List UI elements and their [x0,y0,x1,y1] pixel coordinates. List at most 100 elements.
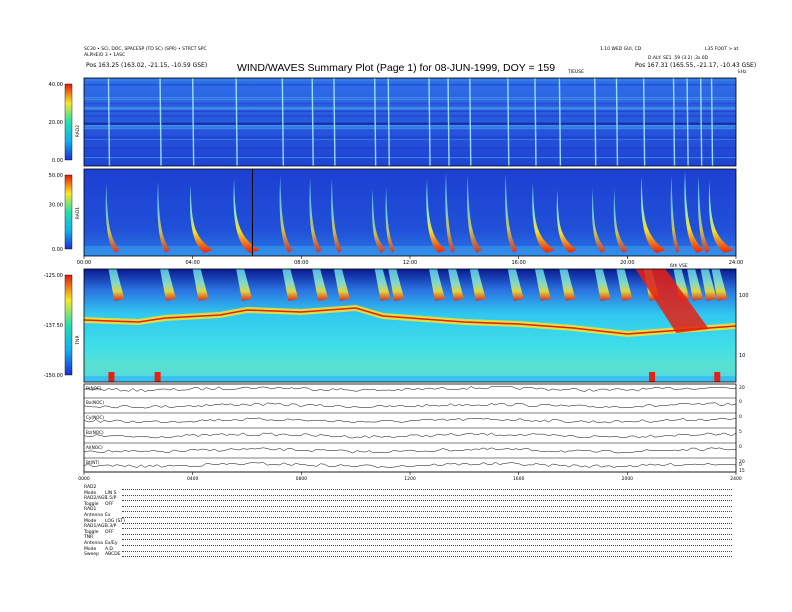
rad1-panel [84,169,736,256]
mag-label-3: Bz(NOC) [86,430,104,435]
tnr-ylabel: TNR [75,335,81,345]
rad1-xtick-5: 20:00 [620,260,634,266]
rad1-xtick-0: 00:00 [77,260,91,266]
colorbar-1 [64,174,73,250]
mag-trace-5 [83,462,737,468]
mag-xtick-0: 0000 [78,476,90,482]
colorbar-1-tick-2: 0.00 [52,247,63,253]
mag-right-tick-1: 0 [739,399,742,405]
settings-key: Mode [84,518,97,524]
settings-key: TNR [84,535,94,541]
tnr-low-band [84,376,736,382]
mag-label-5: Bt(NT) [86,460,100,465]
tnr-low-spike-1 [154,372,161,382]
mag-label-2: Cy(NOC) [86,415,104,420]
settings-dotted-rule [122,533,732,535]
rad1-low-band [84,246,736,256]
settings-value: 1.5/P [105,496,117,502]
mag-label-0: B(NOC) [86,386,102,391]
rad2-burst-3 [235,77,238,167]
tnr-right-tick-1: 10 [739,353,745,359]
settings-key: Sweep [84,552,99,558]
mag-xtick-4: 1600 [513,476,525,482]
settings-key: RAD2/AGF [84,496,107,502]
mag-trace-2 [83,417,737,424]
settings-dotted-rule [122,500,732,502]
mag-right-tick-2: 0 [739,414,742,420]
settings-dotted-rule [122,489,732,490]
settings-value: 3.3/P [105,524,117,530]
settings-dotted-rule [122,545,732,546]
rad2-burst-14 [558,77,562,167]
settings-key: RAD1 [84,507,97,513]
mag-right-tick-lower-1: 15 [739,468,745,474]
settings-dotted-rule [122,517,732,518]
settings-dotted-rule [122,539,732,541]
rad2-burst-0 [107,77,111,167]
rad2-burst-2 [191,77,195,167]
settings-dotted-rule [122,550,732,552]
colorbar-2 [64,274,73,376]
tnr-right-tick-0: 100 [739,293,749,299]
tnr-background [84,269,736,382]
settings-key: Mode [84,490,97,496]
rad2-burst-6 [333,77,336,167]
rad2-burst-20 [699,77,703,167]
rad2-burst-7 [373,77,377,167]
rad2-burst-12 [507,77,510,167]
rad2-panel [84,77,736,167]
colorbars: 40.00 20.00 0.00 50.00 30.00 0.00 -125.00 -137.… [44,82,73,379]
mag-right-tick-4: 0 [739,444,742,450]
colorbar-1-tick-0: 50.00 [49,173,63,179]
colorbar-2-tick-1: -137.50 [44,323,63,329]
rad2-burst-18 [672,77,676,167]
settings-key: RAD2 [84,485,97,490]
rad2-burst-13 [534,77,537,167]
colorbar-0-tick-0: 40.00 [49,82,63,88]
settings-value: LIN S [105,490,117,496]
settings-key: Antenna [84,541,103,546]
tnr-low-spike-2 [649,372,656,382]
mag-xtick-5: 2000 [622,476,634,482]
mag-xtick-1: 0400 [187,476,199,482]
mag-xtick-3: 1200 [404,476,416,482]
mag-right-tick-0: 20 [739,385,745,391]
magnetic-field-panel: B(NOC) 20 Bx(NOC) 0 Cy(NOC) 0 Bz(NOC) 5 Al(NOC) 0… [83,385,745,474]
rad1-xtick-1: 04:00 [185,260,199,266]
rad2-burst-1 [159,77,162,167]
settings-dotted-rule [122,528,732,530]
rad2-burst-9 [428,77,431,167]
mag-trace-4 [83,447,737,454]
tnr-low-spike-3 [714,372,721,382]
settings-dotted-rule [122,522,732,524]
settings-dotted-rule [122,505,732,507]
settings-key: Antenna [84,513,103,518]
settings-dotted-rule [122,511,732,513]
colorbar-2-tick-2: -150.00 [44,373,63,379]
settings-key: Mode [84,546,97,552]
settings-value: OFF [105,501,114,507]
settings-dotted-rule [122,494,732,496]
rad2-burst-5 [311,77,314,167]
colorbar-0 [64,83,73,161]
mag-label-4: Al(NOC) [86,445,103,450]
tnr-panel [83,269,737,382]
colorbar-2-tick-0: -125.00 [44,273,63,279]
colorbar-1-tick-1: 30.00 [49,203,63,209]
rad2-burst-19 [686,77,689,167]
colorbar-0-tick-2: 0.00 [52,158,63,164]
mag-trace-0 [83,386,737,392]
settings-dotted-rule [122,556,732,558]
mag-right-tick-3: 5 [739,429,742,435]
settings-value: A.D. [105,546,115,552]
settings-key: RAD1/AGF [84,524,107,530]
settings-value: OFF [105,529,114,535]
rad2-background [84,78,736,166]
settings-value: Ex [105,513,111,518]
rad2-burst-16 [615,77,619,167]
rad2-burst-8 [387,77,390,167]
rad1-background [84,169,736,256]
mag-xtick-6: 2400 [730,476,742,482]
rad1-xtick-6: 24:00 [729,260,743,266]
rad2-burst-4 [281,77,285,167]
